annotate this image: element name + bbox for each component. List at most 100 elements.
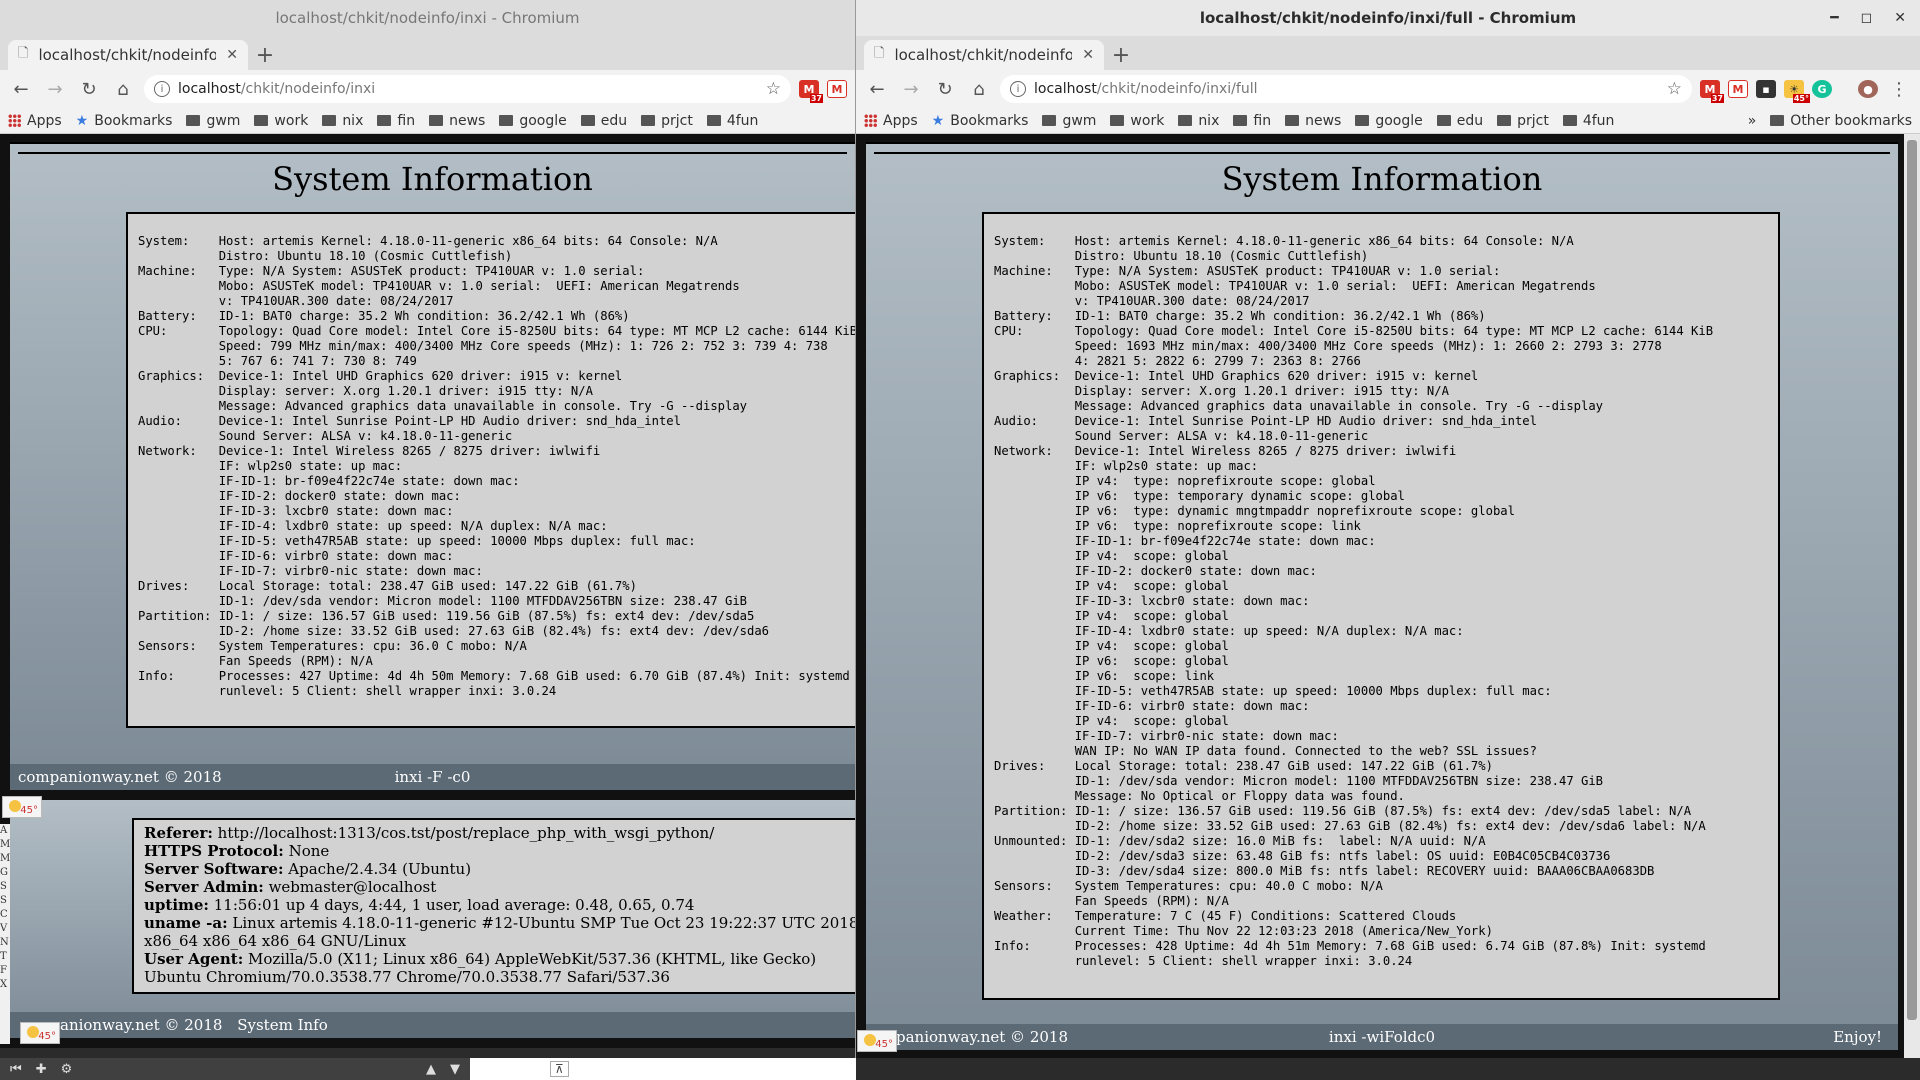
weather-widget[interactable]: 45° [857, 1030, 897, 1052]
grammarly-extension-icon[interactable]: G [1812, 80, 1832, 98]
scrollbar-thumb[interactable] [1907, 140, 1917, 1020]
bookmark-folder[interactable]: prjct [1497, 113, 1549, 129]
reload-icon[interactable]: ↻ [932, 76, 958, 102]
gmail-extension-icon-2[interactable]: M [1728, 80, 1748, 98]
star-icon: ★ [75, 112, 89, 129]
bookmark-folder[interactable]: google [499, 113, 567, 129]
info-icon[interactable]: i [1010, 81, 1026, 97]
bookmark-star-icon[interactable]: ☆ [766, 79, 781, 99]
up-arrow-icon[interactable]: ▲ [426, 1062, 436, 1077]
bottom-white-area: ⊼ [470, 1058, 856, 1080]
gmail-badge: 37 [1710, 94, 1724, 103]
weather-ext-badge: 45° [1792, 94, 1810, 103]
left-tab-title: localhost/chkit/nodeinfo/inxi [38, 46, 217, 64]
maximize-icon[interactable]: ◻ [1861, 10, 1873, 26]
right-page: System Information System: Host: artemis… [866, 142, 1898, 1050]
gmail-badge: 37 [809, 94, 823, 103]
bookmark-folder[interactable]: news [429, 113, 485, 129]
left-address-bar[interactable]: i localhost/chkit/nodeinfo/inxi ☆ [144, 75, 791, 103]
bookmark-folder[interactable]: 4fun [1562, 113, 1614, 129]
left-tab-inxi[interactable]: 🗋 localhost/chkit/nodeinfo/inxi ✕ [8, 40, 248, 70]
close-icon[interactable]: ✕ [226, 47, 238, 63]
gmail-extension-icon[interactable]: M 37 [799, 80, 823, 103]
gmail-extension-icon[interactable]: M 37 [1700, 80, 1724, 103]
folder-icon [499, 115, 514, 126]
first-icon[interactable]: ⏮ [10, 1062, 22, 1077]
bookmark-star-icon[interactable]: ☆ [1667, 79, 1682, 99]
info-icon[interactable]: i [154, 81, 170, 97]
folder-icon [1497, 115, 1512, 126]
bookmark-bookmarks[interactable]: ★ Bookmarks [932, 113, 1029, 129]
bookmark-folder[interactable]: nix [1178, 113, 1219, 129]
home-icon[interactable]: ⌂ [966, 76, 992, 102]
back-icon[interactable]: ← [8, 76, 34, 102]
page-title: System Information [1221, 160, 1543, 198]
left-window-title: localhost/chkit/nodeinfo/inxi - Chromium [275, 9, 580, 27]
bookmark-folder[interactable]: prjct [641, 113, 693, 129]
info-row: Server Software: Apache/2.4.34 (Ubuntu) [144, 860, 472, 878]
sun-icon [27, 1026, 39, 1038]
left-url-path: /chkit/nodeinfo/inxi [240, 81, 376, 97]
collapse-icon[interactable]: ⊼ [550, 1061, 569, 1077]
left-window-titlebar[interactable]: localhost/chkit/nodeinfo/inxi - Chromium [0, 0, 855, 36]
minimize-icon[interactable]: ━ [1830, 10, 1838, 26]
right-browser-window: localhost/chkit/nodeinfo/inxi/full - Chr… [855, 0, 1920, 1058]
right-url-host: localhost [1034, 81, 1097, 97]
inxi-full-output: System: Host: artemis Kernel: 4.18.0-11-… [982, 212, 1780, 1000]
right-address-bar[interactable]: i localhost/chkit/nodeinfo/inxi/full ☆ [1000, 75, 1692, 103]
close-window-icon[interactable]: ✕ [1894, 10, 1906, 26]
forward-icon[interactable]: → [898, 76, 924, 102]
info-row: uname -a: Linux artemis 4.18.0-11-generi… [144, 914, 855, 950]
bookmark-apps[interactable]: Apps [864, 113, 918, 129]
folder-icon [1562, 115, 1577, 126]
left-bookmarks-bar: Apps ★ Bookmarks gwm work nix fin news go… [0, 108, 855, 134]
bookmark-apps[interactable]: Apps [8, 113, 62, 129]
bookmark-bookmarks[interactable]: ★ Bookmarks [76, 113, 173, 129]
back-icon[interactable]: ← [864, 76, 890, 102]
gmail-extension-icon-2[interactable]: M [827, 80, 847, 98]
bookmark-other-bookmarks[interactable]: Other bookmarks [1770, 113, 1912, 129]
bookmark-folder[interactable]: news [1285, 113, 1341, 129]
bookmarks-overflow-chevron[interactable]: » [1748, 113, 1757, 129]
right-window-titlebar[interactable]: localhost/chkit/nodeinfo/inxi/full - Chr… [856, 0, 1920, 36]
bookmark-folder[interactable]: edu [580, 113, 627, 129]
bottom-panel: ⏮ ✚ ⚙ ▲ ▼ [0, 1058, 470, 1080]
forward-icon[interactable]: → [42, 76, 68, 102]
weather-widget[interactable]: 45° [2, 796, 42, 818]
bookmark-folder[interactable]: work [254, 113, 308, 129]
bookmark-folder[interactable]: fin [1233, 113, 1271, 129]
vertical-scrollbar[interactable] [1904, 134, 1920, 1058]
info-row: Server Admin: webmaster@localhost [144, 878, 437, 896]
terminal-extension-icon[interactable]: ▪ [1756, 80, 1776, 98]
server-info-box: Referer: http://localhost:1313/cos.tst/p… [132, 818, 855, 994]
left-url-host: localhost [178, 81, 241, 97]
new-tab-button[interactable]: + [248, 40, 282, 70]
close-icon[interactable]: ✕ [1082, 47, 1094, 63]
folder-icon [580, 115, 595, 126]
down-arrow-icon[interactable]: ▼ [450, 1062, 460, 1077]
apps-icon [8, 114, 21, 127]
sysinfo-window: AMMGSSCVNTFX Referer: http://localhost:1… [0, 800, 855, 1048]
menu-icon[interactable]: ⋮ [1886, 76, 1912, 102]
weather-widget[interactable]: 45° [20, 1022, 60, 1044]
folder-icon [1178, 115, 1193, 126]
home-icon[interactable]: ⌂ [110, 76, 136, 102]
gear-icon[interactable]: ⚙ [61, 1062, 73, 1077]
bookmark-folder[interactable]: gwm [1042, 113, 1096, 129]
left-browser-window: localhost/chkit/nodeinfo/inxi - Chromium… [0, 0, 855, 800]
bookmark-folder[interactable]: edu [1436, 113, 1483, 129]
right-tabstrip: 🗋 localhost/chkit/nodeinfo/inxi/full ✕ + [856, 36, 1920, 70]
right-tab-inxi-full[interactable]: 🗋 localhost/chkit/nodeinfo/inxi/full ✕ [864, 40, 1104, 70]
bookmark-folder[interactable]: fin [377, 113, 415, 129]
right-toolbar: ← → ↻ ⌂ i localhost/chkit/nodeinfo/inxi/… [856, 70, 1920, 108]
bookmark-folder[interactable]: google [1355, 113, 1423, 129]
bookmark-folder[interactable]: work [1110, 113, 1164, 129]
bookmark-folder[interactable]: nix [322, 113, 363, 129]
bookmark-folder[interactable]: gwm [186, 113, 240, 129]
weather-extension-icon[interactable]: ☀ 45° [1784, 80, 1810, 103]
add-icon[interactable]: ✚ [36, 1062, 47, 1077]
reload-icon[interactable]: ↻ [76, 76, 102, 102]
profile-avatar[interactable]: ● [1858, 80, 1878, 98]
bookmark-folder[interactable]: 4fun [706, 113, 758, 129]
new-tab-button[interactable]: + [1104, 40, 1138, 70]
